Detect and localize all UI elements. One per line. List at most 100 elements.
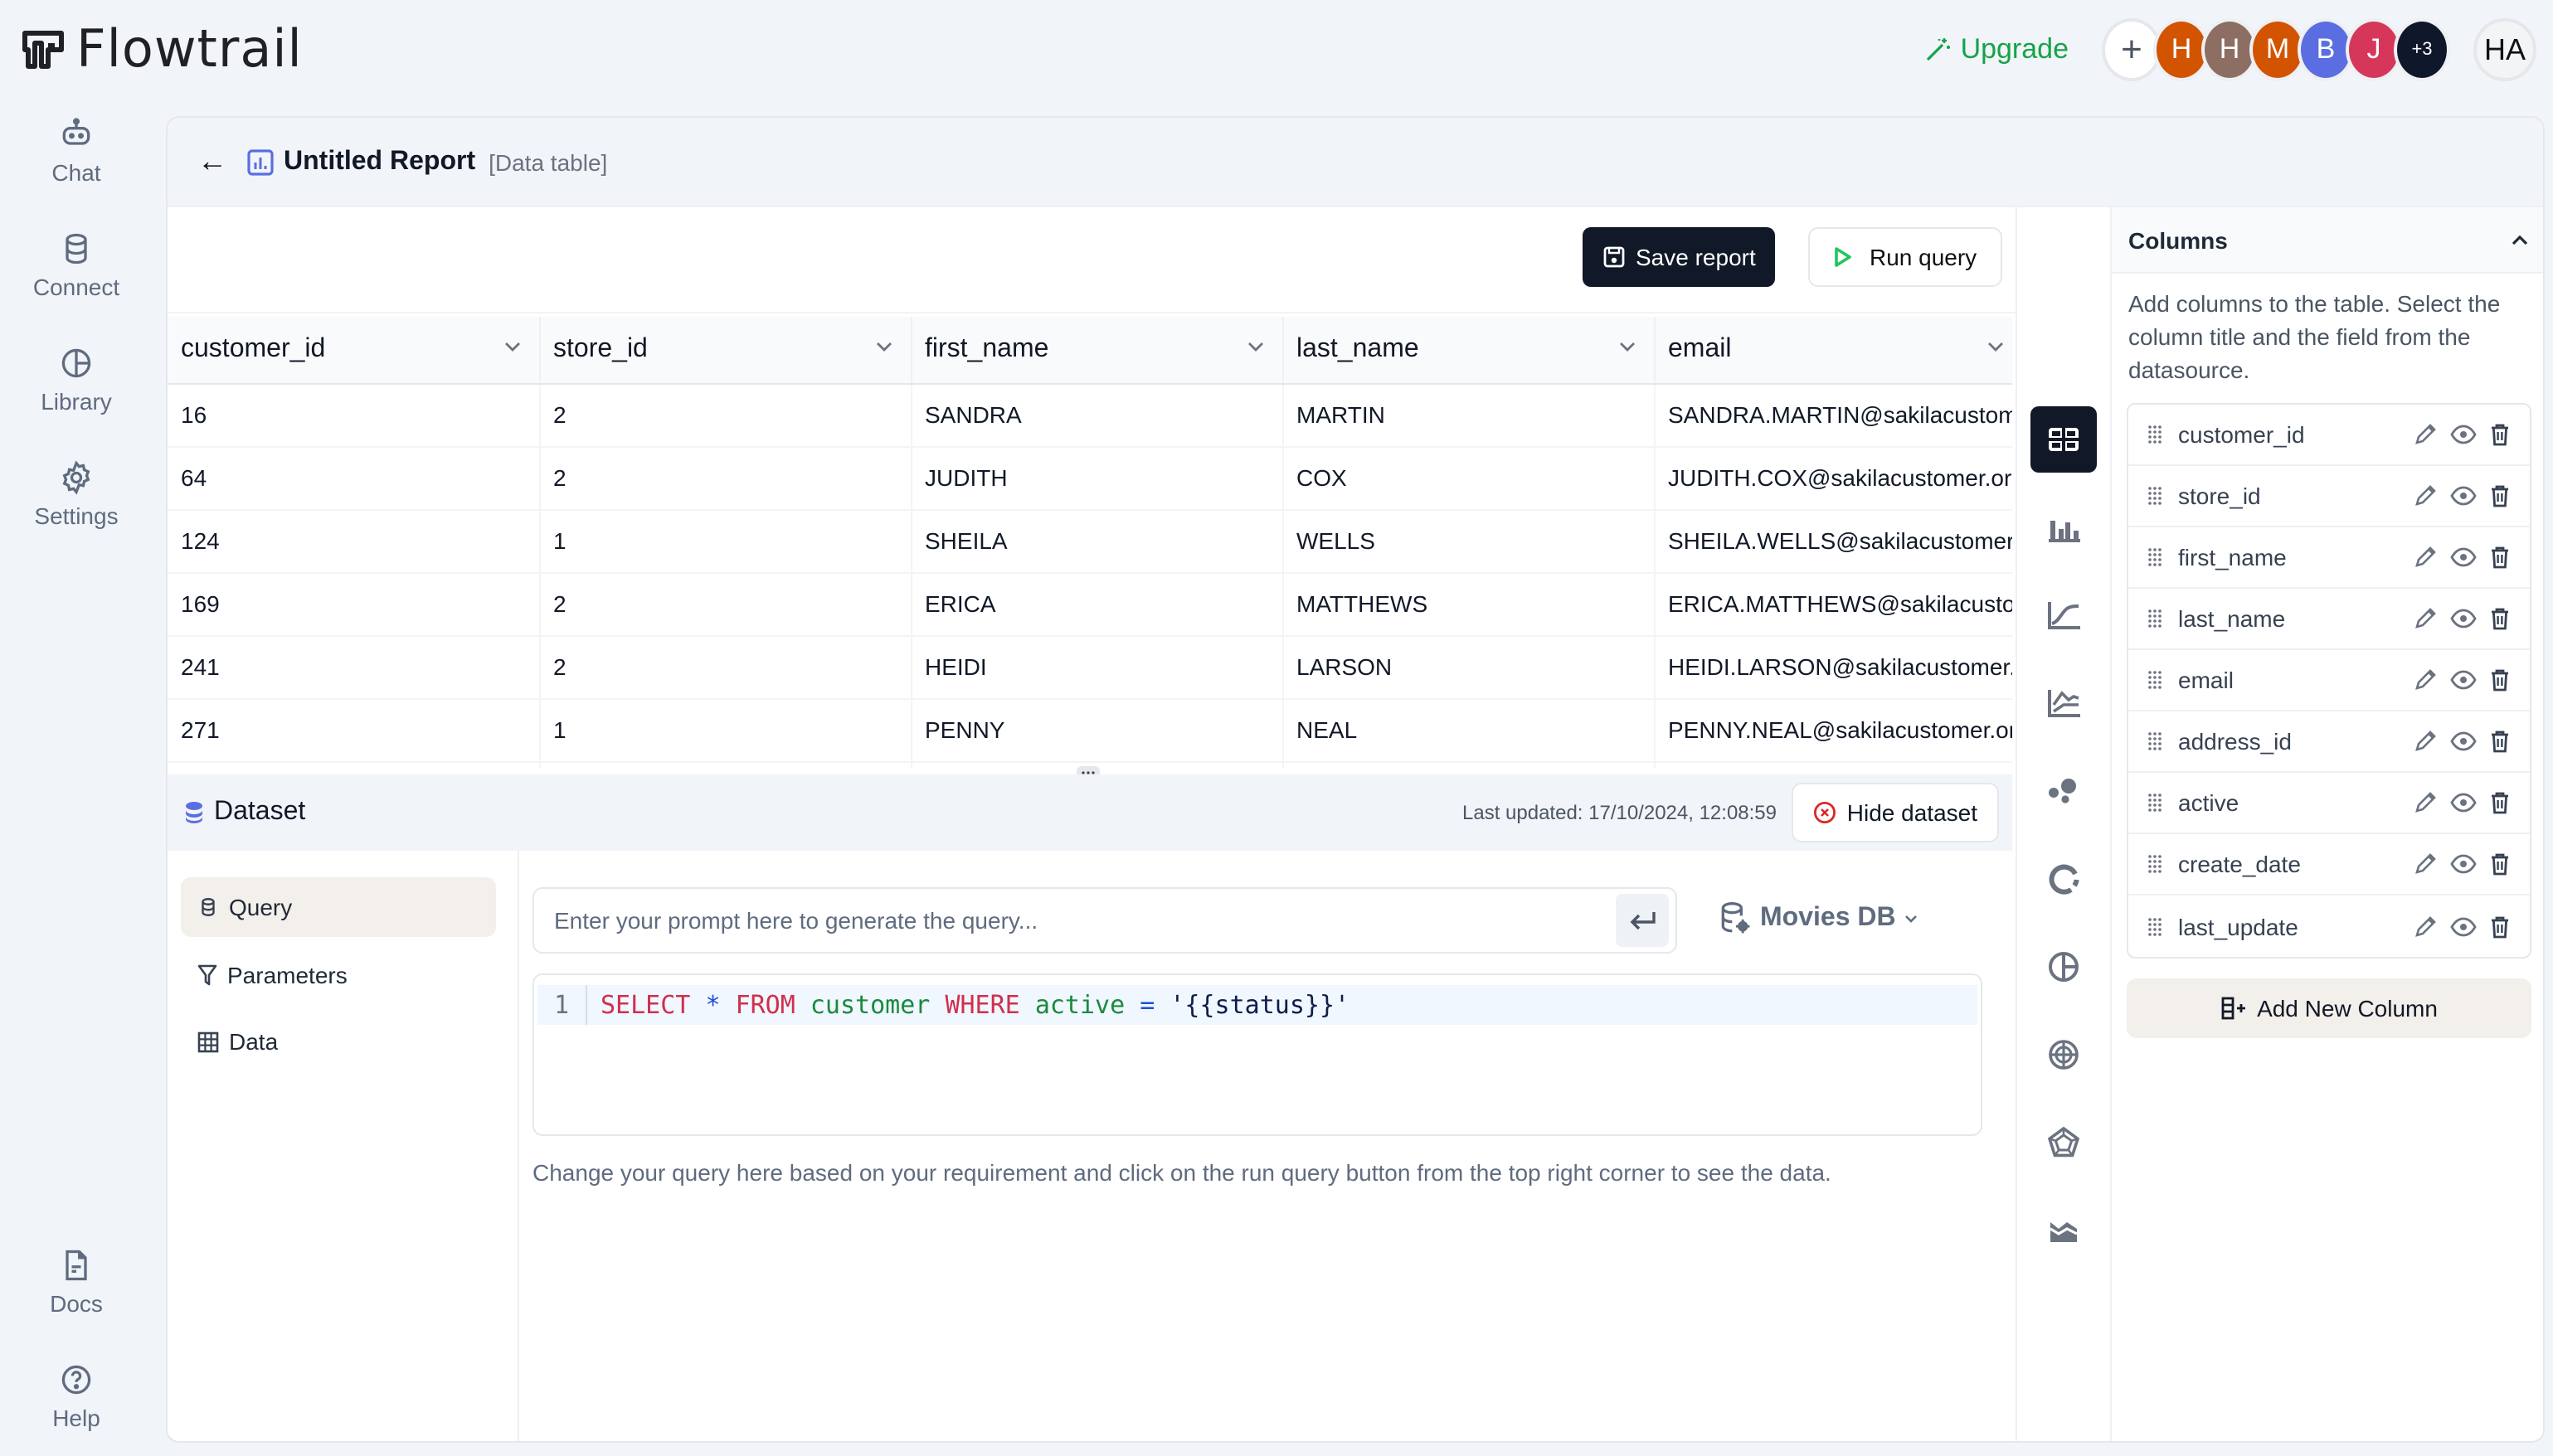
tab-query[interactable]: Query <box>181 877 496 937</box>
chart-type-radar[interactable] <box>2030 1109 2097 1176</box>
drag-handle-icon[interactable] <box>2148 547 2162 567</box>
pencil-icon[interactable] <box>2414 915 2437 938</box>
hide-dataset-button[interactable]: Hide dataset <box>1792 783 1999 842</box>
datasource-select[interactable]: Movies DB <box>1717 900 1919 937</box>
tab-data[interactable]: Data <box>181 1012 496 1071</box>
trash-icon[interactable] <box>2490 423 2510 446</box>
tab-parameters[interactable]: Parameters <box>181 945 496 1005</box>
eye-icon[interactable] <box>2450 793 2477 813</box>
table-row[interactable]: 124 1 SHEILA WELLS SHEILA.WELLS@sakilacustom… <box>168 509 2012 573</box>
column-item[interactable]: last_name <box>2128 589 2530 650</box>
column-item[interactable]: store_id <box>2128 466 2530 527</box>
sidebar-item-docs[interactable]: Docs <box>0 1247 153 1317</box>
pencil-icon[interactable] <box>2414 791 2437 814</box>
column-header[interactable]: last_name <box>1282 317 1655 384</box>
eye-icon[interactable] <box>2450 731 2477 751</box>
chart-type-bubble[interactable] <box>2030 758 2097 824</box>
sidebar-item-help[interactable]: Help <box>0 1361 153 1431</box>
table-row[interactable]: 241 2 HEIDI LARSON HEIDI.LARSON@sakilacustom… <box>168 635 2012 699</box>
eye-icon[interactable] <box>2450 916 2477 936</box>
drag-handle-icon[interactable] <box>2148 609 2162 629</box>
eye-icon[interactable] <box>2450 670 2477 690</box>
trash-icon[interactable] <box>2490 730 2510 753</box>
pencil-icon[interactable] <box>2414 852 2437 876</box>
chevron-down-icon[interactable] <box>502 337 522 357</box>
chart-type-multi-line[interactable] <box>2030 670 2097 736</box>
column-item[interactable]: customer_id <box>2128 405 2530 466</box>
chart-type-table[interactable] <box>2030 406 2097 473</box>
upgrade-button[interactable]: Upgrade <box>1924 33 2069 66</box>
drag-handle-icon[interactable] <box>2148 916 2162 936</box>
column-header[interactable]: customer_id <box>168 317 540 384</box>
chart-type-bar[interactable] <box>2030 494 2097 561</box>
trash-icon[interactable] <box>2490 915 2510 938</box>
column-item[interactable]: last_update <box>2128 895 2530 957</box>
chevron-down-icon[interactable] <box>873 337 893 357</box>
eye-icon[interactable] <box>2450 609 2477 629</box>
trash-icon[interactable] <box>2490 546 2510 569</box>
column-item[interactable]: create_date <box>2128 834 2530 895</box>
table-row[interactable]: 271 1 PENNY NEAL PENNY.NEAL@sakilacustomer.o… <box>168 698 2012 762</box>
drag-handle-icon[interactable] <box>2148 486 2162 506</box>
trash-icon[interactable] <box>2490 668 2510 692</box>
eye-icon[interactable] <box>2450 425 2477 444</box>
chevron-down-icon[interactable] <box>1245 337 1265 357</box>
chevron-down-icon[interactable] <box>1617 337 1636 357</box>
chart-type-donut[interactable] <box>2030 846 2097 912</box>
column-header[interactable]: email <box>1654 317 2012 384</box>
trash-icon[interactable] <box>2490 484 2510 507</box>
table-row[interactable]: 169 2 ERICA MATTHEWS ERICA.MATTHEWS@sakilacu… <box>168 572 2012 636</box>
sql-editor[interactable]: 1 SELECT * FROM customer WHERE active = … <box>532 973 1982 1136</box>
column-item[interactable]: address_id <box>2128 711 2530 773</box>
column-header[interactable]: store_id <box>539 317 912 384</box>
save-report-button[interactable]: Save report <box>1583 227 1776 287</box>
sql-code[interactable]: SELECT * FROM customer WHERE active = '{… <box>587 990 1349 1020</box>
chart-type-area[interactable] <box>2030 1197 2097 1264</box>
sidebar-item-connect[interactable]: Connect <box>0 231 153 300</box>
multi-line-chart-icon <box>2048 690 2080 717</box>
trash-icon[interactable] <box>2490 791 2510 814</box>
area-chart-icon <box>2050 1222 2078 1242</box>
eye-icon[interactable] <box>2450 486 2477 506</box>
column-item[interactable]: first_name <box>2128 527 2530 589</box>
table-row[interactable]: 64 2 JUDITH COX JUDITH.COX@sakilacustomer.or… <box>168 446 2012 510</box>
submit-prompt-button[interactable] <box>1616 894 1669 947</box>
drag-handle-icon[interactable] <box>2148 793 2162 813</box>
chart-type-line[interactable] <box>2030 582 2097 648</box>
eye-icon[interactable] <box>2450 547 2477 567</box>
drag-handle-icon[interactable] <box>2148 854 2162 874</box>
table-row[interactable]: 16 2 SANDRA MARTIN SANDRA.MARTIN@sakilacusto… <box>168 383 2012 447</box>
pencil-icon[interactable] <box>2414 668 2437 692</box>
pencil-icon[interactable] <box>2414 607 2437 630</box>
more-members-badge[interactable]: +3 <box>2394 18 2450 81</box>
add-new-column-button[interactable]: Add New Column <box>2127 978 2531 1038</box>
sidebar-item-library[interactable]: Library <box>0 345 153 415</box>
trash-icon[interactable] <box>2490 852 2510 876</box>
column-header-label: customer_id <box>181 334 326 363</box>
chart-type-polar[interactable] <box>2030 1022 2097 1088</box>
user-avatar[interactable]: HA <box>2473 18 2536 81</box>
pencil-icon[interactable] <box>2414 546 2437 569</box>
trash-icon[interactable] <box>2490 607 2510 630</box>
report-title[interactable]: Untitled Report <box>284 147 475 177</box>
chevron-up-icon[interactable] <box>2510 230 2530 250</box>
drag-handle-icon[interactable] <box>2148 425 2162 444</box>
chart-type-pie[interactable] <box>2030 934 2097 1000</box>
run-query-button[interactable]: Run query <box>1808 227 2002 287</box>
pencil-icon[interactable] <box>2414 484 2437 507</box>
pencil-icon[interactable] <box>2414 423 2437 446</box>
chevron-down-icon[interactable] <box>1985 337 2005 357</box>
drag-handle-icon[interactable] <box>2148 670 2162 690</box>
logo[interactable]: Flowtrail <box>20 20 303 80</box>
sidebar-item-chat[interactable]: Chat <box>0 116 153 186</box>
drag-handle-icon[interactable] <box>2148 731 2162 751</box>
back-arrow-icon[interactable]: ← <box>197 144 227 179</box>
columns-panel-header[interactable]: Columns <box>2112 207 2543 274</box>
column-header[interactable]: first_name <box>911 317 1283 384</box>
prompt-input[interactable] <box>534 889 1616 952</box>
column-item[interactable]: active <box>2128 773 2530 834</box>
column-item[interactable]: email <box>2128 650 2530 711</box>
pencil-icon[interactable] <box>2414 730 2437 753</box>
sidebar-item-settings[interactable]: Settings <box>0 459 153 529</box>
eye-icon[interactable] <box>2450 854 2477 874</box>
